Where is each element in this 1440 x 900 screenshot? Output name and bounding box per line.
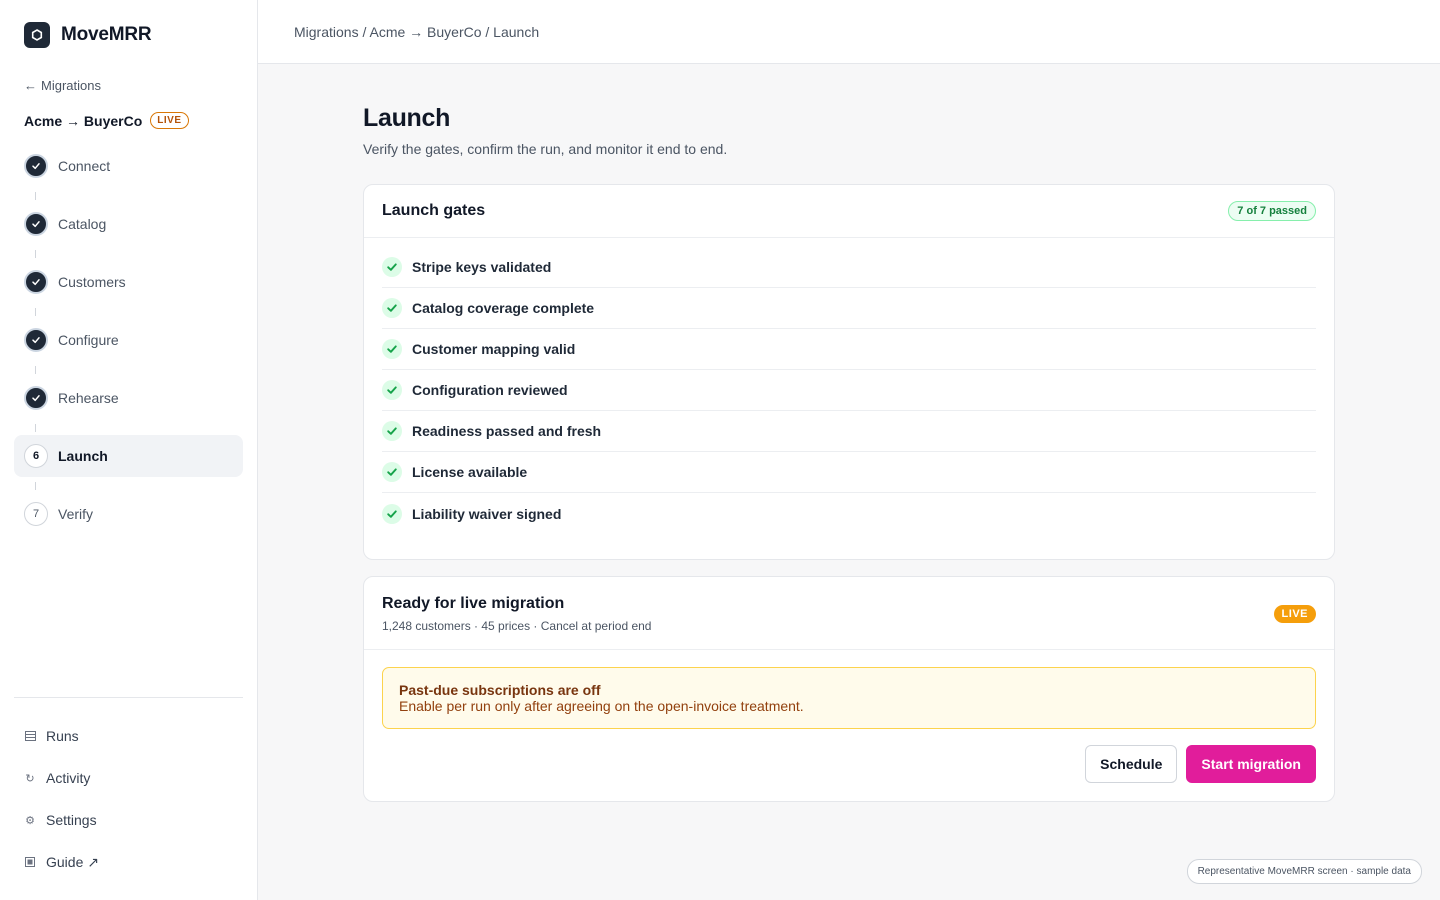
nav-settings-label: Settings [46, 812, 97, 828]
step-verify[interactable]: 7 Verify [14, 493, 243, 535]
step-launch[interactable]: 6 Launch [14, 435, 243, 490]
nav-activity-label: Activity [46, 770, 91, 786]
gate-label: Readiness passed and fresh [412, 423, 602, 439]
nav-guide-label: Guide ↗ [46, 853, 99, 870]
step-catalog[interactable]: Catalog [14, 203, 243, 258]
hexagon-icon [24, 22, 50, 48]
step-list: Connect Catalog Customers Configure Rehe… [14, 145, 243, 551]
start-migration-button[interactable]: Start migration [1186, 745, 1316, 783]
step-connector [35, 192, 36, 200]
step-connector [35, 424, 36, 432]
nav-settings[interactable]: ⚙ Settings [24, 794, 99, 836]
ready-actions: Schedule Start migration [1085, 745, 1316, 783]
gear-icon: ⚙ [25, 814, 35, 827]
ready-header: Ready for live migration 1,248 customers… [364, 577, 1334, 650]
nav-activity[interactable]: ↻ Activity [24, 752, 99, 794]
step-number: 7 [24, 502, 48, 526]
nav-runs-label: Runs [46, 728, 79, 744]
sidebar-divider [14, 697, 243, 698]
check-icon [382, 421, 402, 441]
gate-label: Catalog coverage complete [412, 300, 595, 316]
gate-item: Readiness passed and fresh [382, 411, 1316, 452]
step-number: 6 [24, 444, 48, 468]
check-icon [382, 298, 402, 318]
step-label: Connect [58, 158, 111, 174]
brand[interactable]: MoveMRR [24, 22, 152, 48]
gate-list: Stripe keys validated Catalog coverage c… [364, 238, 1334, 534]
check-icon [382, 380, 402, 400]
step-connector [35, 482, 36, 490]
ready-card: Ready for live migration 1,248 customers… [363, 576, 1335, 802]
check-icon [24, 212, 48, 236]
refresh-icon: ↻ [25, 772, 35, 785]
page-title: Launch [363, 104, 451, 132]
step-label: Customers [58, 274, 126, 290]
gate-item: License available [382, 452, 1316, 493]
gate-label: Customer mapping valid [412, 341, 576, 357]
breadcrumb[interactable]: Migrations / Acme → BuyerCo / Launch [294, 24, 539, 40]
page-subtitle: Verify the gates, confirm the run, and m… [363, 141, 728, 157]
back-link-label: Migrations [41, 78, 101, 93]
check-icon [382, 462, 402, 482]
project-name: Acme → BuyerCo [24, 112, 143, 129]
nav-guide[interactable]: Guide ↗ [24, 836, 99, 878]
live-badge: LIVE [1273, 605, 1316, 623]
gate-label: License available [412, 464, 528, 480]
project-header: Acme → BuyerCo LIVE [24, 112, 189, 129]
step-connector [35, 366, 36, 374]
check-icon [24, 386, 48, 410]
ready-title: Ready for live migration [382, 595, 565, 612]
gate-label: Stripe keys validated [412, 259, 552, 275]
step-configure[interactable]: Configure [14, 319, 243, 374]
brand-name: MoveMRR [61, 24, 152, 45]
step-label: Catalog [58, 216, 107, 232]
step-label: Verify [58, 506, 94, 522]
gate-item: Liability waiver signed [382, 493, 1316, 534]
top-bar: Migrations / Acme → BuyerCo / Launch [258, 0, 1440, 64]
live-badge: LIVE [150, 112, 189, 129]
check-icon [382, 503, 402, 524]
gate-item: Stripe keys validated [382, 247, 1316, 288]
check-icon [382, 339, 402, 359]
warning-title: Past-due subscriptions are off [399, 682, 601, 698]
launch-gates-header: Launch gates 7 of 7 passed [364, 185, 1334, 238]
sidebar: MoveMRR ← Migrations Acme → BuyerCo LIVE… [0, 0, 258, 900]
back-to-migrations-link[interactable]: ← Migrations [24, 78, 101, 93]
step-connector [35, 250, 36, 258]
gate-item: Configuration reviewed [382, 370, 1316, 411]
warning-text: Enable per run only after agreeing on th… [399, 698, 804, 714]
step-rehearse[interactable]: Rehearse [14, 377, 243, 432]
bottom-nav: Runs ↻ Activity ⚙ Settings Guide ↗ [24, 720, 99, 878]
gate-label: Liability waiver signed [412, 505, 562, 522]
step-label: Launch [58, 448, 108, 464]
check-icon [24, 328, 48, 352]
check-icon [24, 270, 48, 294]
nav-runs[interactable]: Runs [24, 710, 99, 752]
step-customers[interactable]: Customers [14, 261, 243, 316]
arrow-left-icon: ← [24, 78, 37, 93]
gates-passed-badge: 7 of 7 passed [1228, 201, 1316, 221]
gate-label: Configuration reviewed [412, 382, 568, 398]
sample-data-note: Representative MoveMRR screen · sample d… [1186, 859, 1422, 884]
check-icon [24, 154, 48, 178]
gate-item: Customer mapping valid [382, 329, 1316, 370]
step-connect[interactable]: Connect [14, 145, 243, 200]
check-icon [382, 257, 402, 277]
book-icon [24, 857, 36, 867]
step-label: Configure [58, 332, 119, 348]
list-icon [24, 731, 36, 741]
step-label: Rehearse [58, 390, 119, 406]
ready-meta: 1,248 customers · 45 prices · Cancel at … [382, 619, 652, 633]
step-connector [35, 308, 36, 316]
past-due-warning: Past-due subscriptions are off Enable pe… [382, 667, 1316, 729]
launch-gates-title: Launch gates [382, 202, 486, 219]
gate-item: Catalog coverage complete [382, 288, 1316, 329]
schedule-button[interactable]: Schedule [1085, 745, 1178, 783]
launch-gates-card: Launch gates 7 of 7 passed Stripe keys v… [363, 184, 1335, 560]
